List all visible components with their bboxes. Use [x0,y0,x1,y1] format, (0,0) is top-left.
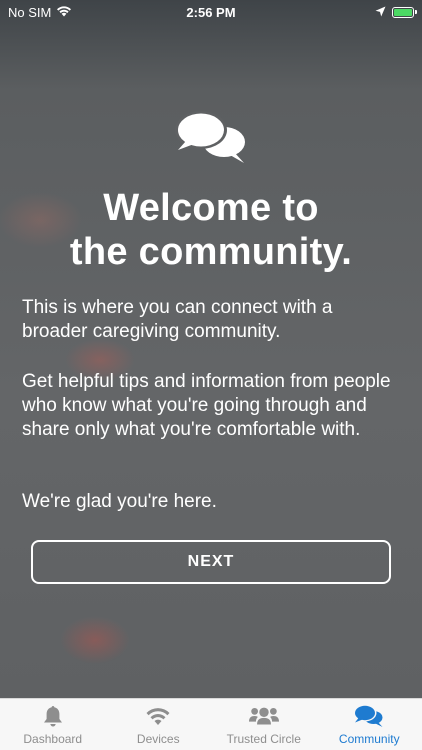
next-button[interactable]: NEXT [31,540,391,584]
tab-bar: Dashboard Devices Trusted Circle Communi… [0,698,422,750]
tab-devices[interactable]: Devices [106,699,212,750]
title-line-2: the community. [69,231,353,273]
comments-icon [354,704,384,728]
location-arrow-icon [375,5,386,20]
speech-bubbles-icon [174,108,248,166]
intro-paragraph: This is where you can connect with a bro… [22,297,333,342]
status-left: No SIM [8,5,72,20]
battery-level [394,8,412,16]
tab-label: Trusted Circle [226,732,301,746]
tab-label: Community [338,732,400,746]
title-line-1: Welcome to [103,187,319,229]
tab-trusted-circle[interactable]: Trusted Circle [211,699,317,750]
battery-charging-icon [392,6,417,18]
wifi-icon [143,704,173,728]
tips-paragraph: Get helpful tips and information from pe… [22,371,391,440]
carrier-label: No SIM [8,4,52,20]
bell-icon [38,704,68,728]
community-welcome-screen: No SIM 2:56 PM Welcome to the community.… [0,0,422,750]
glad-paragraph: We're glad you're here. [22,491,217,512]
users-icon [248,704,279,728]
tab-label: Dashboard [23,732,83,746]
tab-community[interactable]: Community [317,699,422,750]
tab-label: Devices [136,732,180,746]
wifi-icon [56,5,72,20]
tab-dashboard[interactable]: Dashboard [0,699,106,750]
status-bar: No SIM 2:56 PM [0,0,422,24]
page-title: Welcome to the community. [0,186,422,274]
status-right [375,5,417,20]
